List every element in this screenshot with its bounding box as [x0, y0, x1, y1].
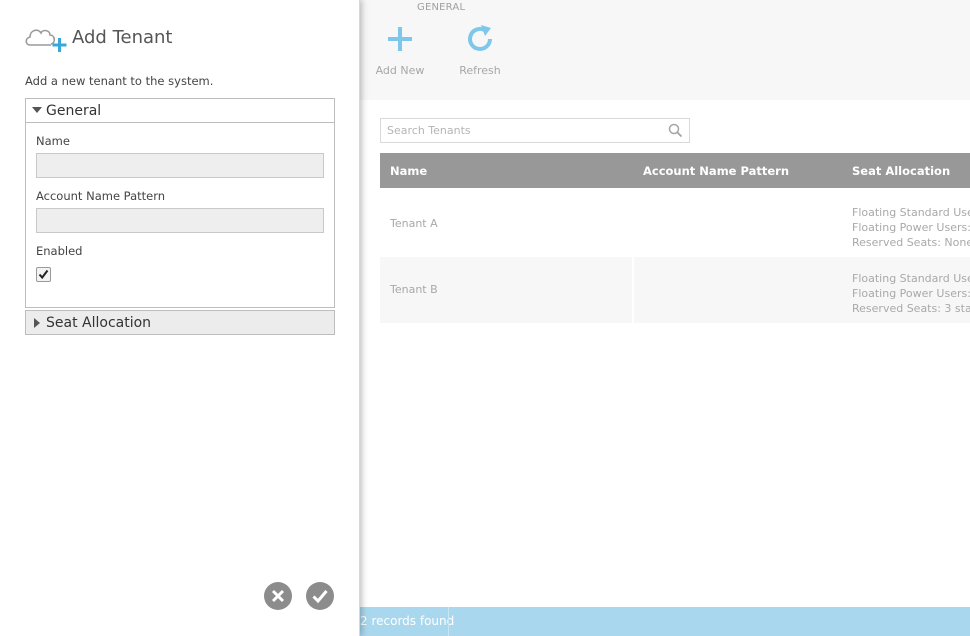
refresh-label: Refresh [459, 64, 501, 77]
caret-right-icon [34, 318, 40, 328]
enabled-label: Enabled [36, 244, 83, 258]
general-section-header[interactable]: General [26, 99, 334, 123]
confirm-button[interactable] [306, 582, 334, 610]
records-count: 2 records found [360, 614, 455, 628]
seat-line: Floating Power Users: 2 [852, 221, 970, 234]
seat-allocation-section: Seat Allocation [25, 310, 335, 335]
column-header-seat-allocation[interactable]: Seat Allocation [852, 164, 950, 178]
seat-allocation-cell: Floating Standard User Floating Power Us… [852, 271, 970, 316]
search-input[interactable] [381, 119, 661, 142]
column-header-name[interactable]: Name [390, 164, 427, 178]
enabled-checkbox[interactable] [36, 267, 51, 282]
seat-line: Floating Power Users: 4 [852, 287, 970, 300]
cell-divider [632, 257, 634, 323]
seat-line: Floating Standard User [852, 272, 970, 285]
seat-line: Reserved Seats: None [852, 236, 970, 249]
page-title: Add Tenant [72, 27, 173, 48]
column-header-account-name-pattern[interactable]: Account Name Pattern [643, 164, 789, 178]
refresh-icon [468, 25, 492, 51]
general-section: General Name Account Name Pattern Enable… [25, 98, 335, 308]
add-new-button[interactable]: Add New [365, 18, 435, 82]
caret-down-icon [32, 107, 42, 113]
plus-icon [388, 27, 412, 51]
seat-line: Floating Standard User [852, 206, 970, 219]
checkmark-icon [38, 269, 49, 280]
status-divider [448, 607, 449, 636]
grid-header: Name Account Name Pattern Seat Allocatio… [380, 153, 970, 188]
add-tenant-panel: Add Tenant Add a new tenant to the syste… [0, 0, 360, 636]
seat-allocation-section-title: Seat Allocation [46, 315, 152, 331]
name-field[interactable] [36, 153, 324, 178]
panel-description: Add a new tenant to the system. [25, 74, 214, 88]
general-section-title: General [46, 103, 102, 119]
seat-allocation-section-header[interactable]: Seat Allocation [26, 311, 334, 335]
cancel-button[interactable] [264, 582, 292, 610]
check-circle-icon [312, 590, 328, 604]
tenant-name-cell: Tenant B [390, 283, 438, 296]
table-row[interactable]: Tenant B Floating Standard User Floating… [380, 257, 970, 323]
name-label: Name [36, 134, 70, 148]
search-icon[interactable] [668, 123, 683, 138]
table-row[interactable]: Tenant A Floating Standard User Floating… [380, 191, 970, 257]
search-box [380, 118, 690, 143]
account-name-pattern-field[interactable] [36, 208, 324, 233]
seat-line: Reserved Seats: 3 standard [852, 302, 970, 315]
refresh-button[interactable]: Refresh [445, 18, 515, 82]
account-name-pattern-label: Account Name Pattern [36, 189, 166, 203]
status-bar: 2 records found [360, 607, 970, 636]
ribbon-group-label: GENERAL [417, 2, 466, 13]
cloud-add-icon [25, 29, 67, 52]
tenant-name-cell: Tenant A [390, 217, 438, 230]
close-circle-icon [271, 589, 285, 603]
add-new-label: Add New [375, 64, 425, 77]
seat-allocation-cell: Floating Standard User Floating Power Us… [852, 205, 970, 250]
tenants-grid: Name Account Name Pattern Seat Allocatio… [380, 153, 970, 323]
